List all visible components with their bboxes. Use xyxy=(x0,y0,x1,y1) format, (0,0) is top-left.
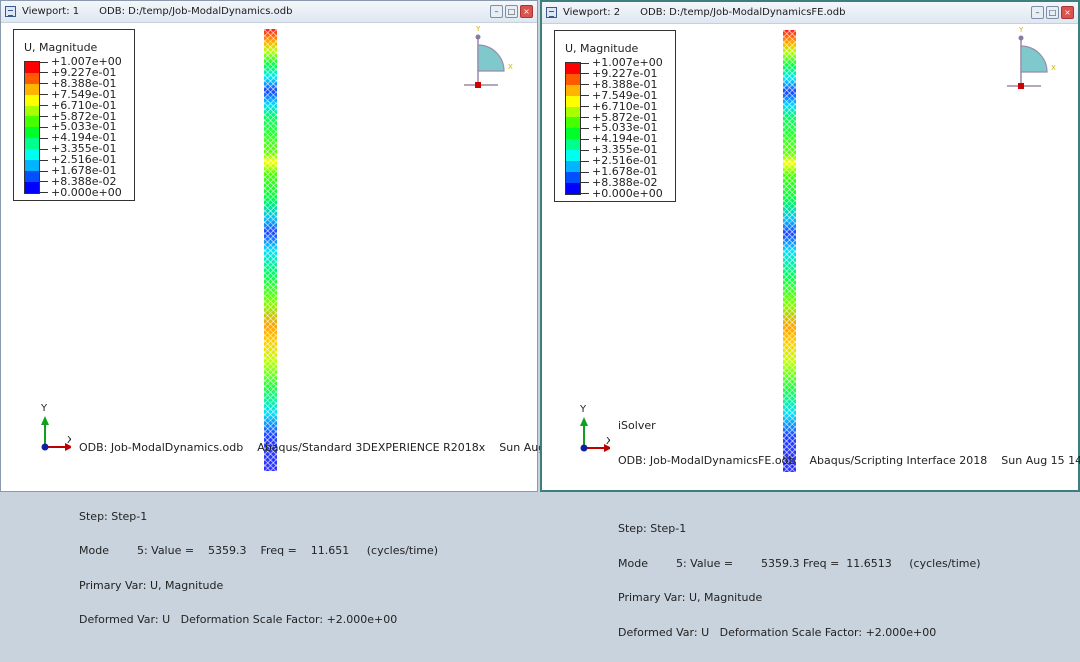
odb-path: ODB: D:/temp/Job-ModalDynamicsFE.odb xyxy=(640,7,846,18)
legend-swatch xyxy=(566,139,580,151)
legend-swatch xyxy=(566,128,580,140)
primary-var-line: Primary Var: U, Magnitude xyxy=(618,591,763,604)
triad-origin xyxy=(1018,83,1024,89)
contour-legend: U, Magnitude +1.007e+00 +9.227e-01 +8.388e… xyxy=(554,30,676,202)
legend-swatch xyxy=(25,116,39,128)
deformed-var-line: Deformed Var: U Deformation Scale Factor… xyxy=(618,625,937,639)
legend-color-bar xyxy=(24,61,40,194)
viewport-info-block: iSolver ODB: Job-ModalDynamicsFE.odb Aba… xyxy=(618,397,1080,661)
maximize-button[interactable]: □ xyxy=(505,5,518,18)
legend-swatch xyxy=(25,94,39,106)
legend-title: U, Magnitude xyxy=(24,41,98,54)
triad-origin xyxy=(475,82,481,88)
minimize-button[interactable]: – xyxy=(490,5,503,18)
legend-swatch xyxy=(25,62,39,73)
viewport-menu-icon[interactable] xyxy=(546,7,557,18)
global-axes-icon: Y X xyxy=(579,404,610,452)
legend-swatch xyxy=(25,127,39,139)
viewport-title-bar[interactable]: Viewport: 1 ODB: D:/temp/Job-ModalDynami… xyxy=(1,1,537,23)
triad-y-label: Y xyxy=(1018,26,1024,34)
legend-swatch xyxy=(566,95,580,107)
legend-swatch xyxy=(25,181,39,193)
axis-x-label: X xyxy=(67,435,71,446)
mode-line: Mode 5: Value = 5359.3 Freq = 11.6513 (c… xyxy=(618,556,981,570)
legend-swatch xyxy=(25,160,39,171)
odb-info-line: ODB: Job-ModalDynamicsFE.odb Abaqus/Scri… xyxy=(618,453,1080,467)
legend-value: +6.710e-01 xyxy=(40,100,116,111)
deformed-var-line: Deformed Var: U Deformation Scale Factor… xyxy=(79,613,398,626)
legend-swatch xyxy=(566,73,580,85)
mode-line: Mode 5: Value = 5359.3 Freq = 11.651 (cy… xyxy=(79,544,439,557)
legend-color-bar xyxy=(565,62,581,195)
viewport-info-block: ODB: Job-ModalDynamics.odb Abaqus/Standa… xyxy=(79,396,545,649)
triad-y-point xyxy=(1018,35,1024,41)
view-orientation-triad: Y X xyxy=(1007,26,1056,89)
odb-path: ODB: D:/temp/Job-ModalDynamics.odb xyxy=(99,6,293,17)
viewport-name: Viewport: 1 xyxy=(22,6,80,17)
legend-swatch xyxy=(25,105,39,117)
viewport-1[interactable]: Viewport: 1 ODB: D:/temp/Job-ModalDynami… xyxy=(0,0,545,625)
triad-x-label: X xyxy=(1051,64,1056,72)
triad-y-label: Y xyxy=(475,25,481,33)
solver-line: iSolver xyxy=(618,419,656,432)
legend-swatch xyxy=(25,72,39,84)
legend-swatch xyxy=(25,149,39,161)
legend-swatch xyxy=(566,84,580,96)
maximize-button[interactable]: □ xyxy=(1046,6,1059,19)
step-line: Step: Step-1 xyxy=(618,522,687,535)
triad-quadrant xyxy=(477,44,505,72)
view-orientation-triad: Y X xyxy=(464,25,513,88)
primary-var-line: Primary Var: U, Magnitude xyxy=(79,578,224,592)
legend-value: +0.000e+00 xyxy=(581,188,663,199)
viewport-title-bar[interactable]: Viewport: 2 ODB: D:/temp/Job-ModalDynami… xyxy=(542,2,1078,24)
axis-y-label: Y xyxy=(579,404,587,415)
odb-info-line: ODB: Job-ModalDynamics.odb Abaqus/Standa… xyxy=(79,441,546,454)
legend-value: +0.000e+00 xyxy=(40,187,122,198)
legend-swatch xyxy=(566,63,580,74)
contour-legend: U, Magnitude +1.007e+00 +9.227e-01 +8.388e… xyxy=(13,29,135,201)
legend-swatch xyxy=(566,117,580,129)
axis-y-label: Y xyxy=(40,403,48,414)
minimize-button[interactable]: – xyxy=(1031,6,1044,19)
legend-swatch xyxy=(566,182,580,194)
step-line: Step: Step-1 xyxy=(79,509,148,523)
viewport-name: Viewport: 2 xyxy=(563,7,621,18)
close-button[interactable]: × xyxy=(520,5,533,18)
legend-swatch xyxy=(25,170,39,182)
legend-swatch xyxy=(25,138,39,150)
legend-title: U, Magnitude xyxy=(565,42,639,55)
viewport-2[interactable]: Viewport: 2 ODB: D:/temp/Job-ModalDynami… xyxy=(540,0,1080,638)
legend-swatch xyxy=(25,83,39,95)
legend-value: +6.710e-01 xyxy=(581,101,657,112)
triad-quadrant xyxy=(1020,45,1048,73)
triad-x-label: X xyxy=(508,63,513,71)
axis-x-label: X xyxy=(606,436,610,447)
close-button[interactable]: × xyxy=(1061,6,1074,19)
legend-swatch xyxy=(566,150,580,162)
triad-y-point xyxy=(475,34,481,40)
global-axes-icon: Y X xyxy=(40,403,71,451)
legend-swatch xyxy=(566,171,580,183)
legend-swatch xyxy=(566,161,580,172)
viewport-menu-icon[interactable] xyxy=(5,6,16,17)
legend-swatch xyxy=(566,106,580,118)
